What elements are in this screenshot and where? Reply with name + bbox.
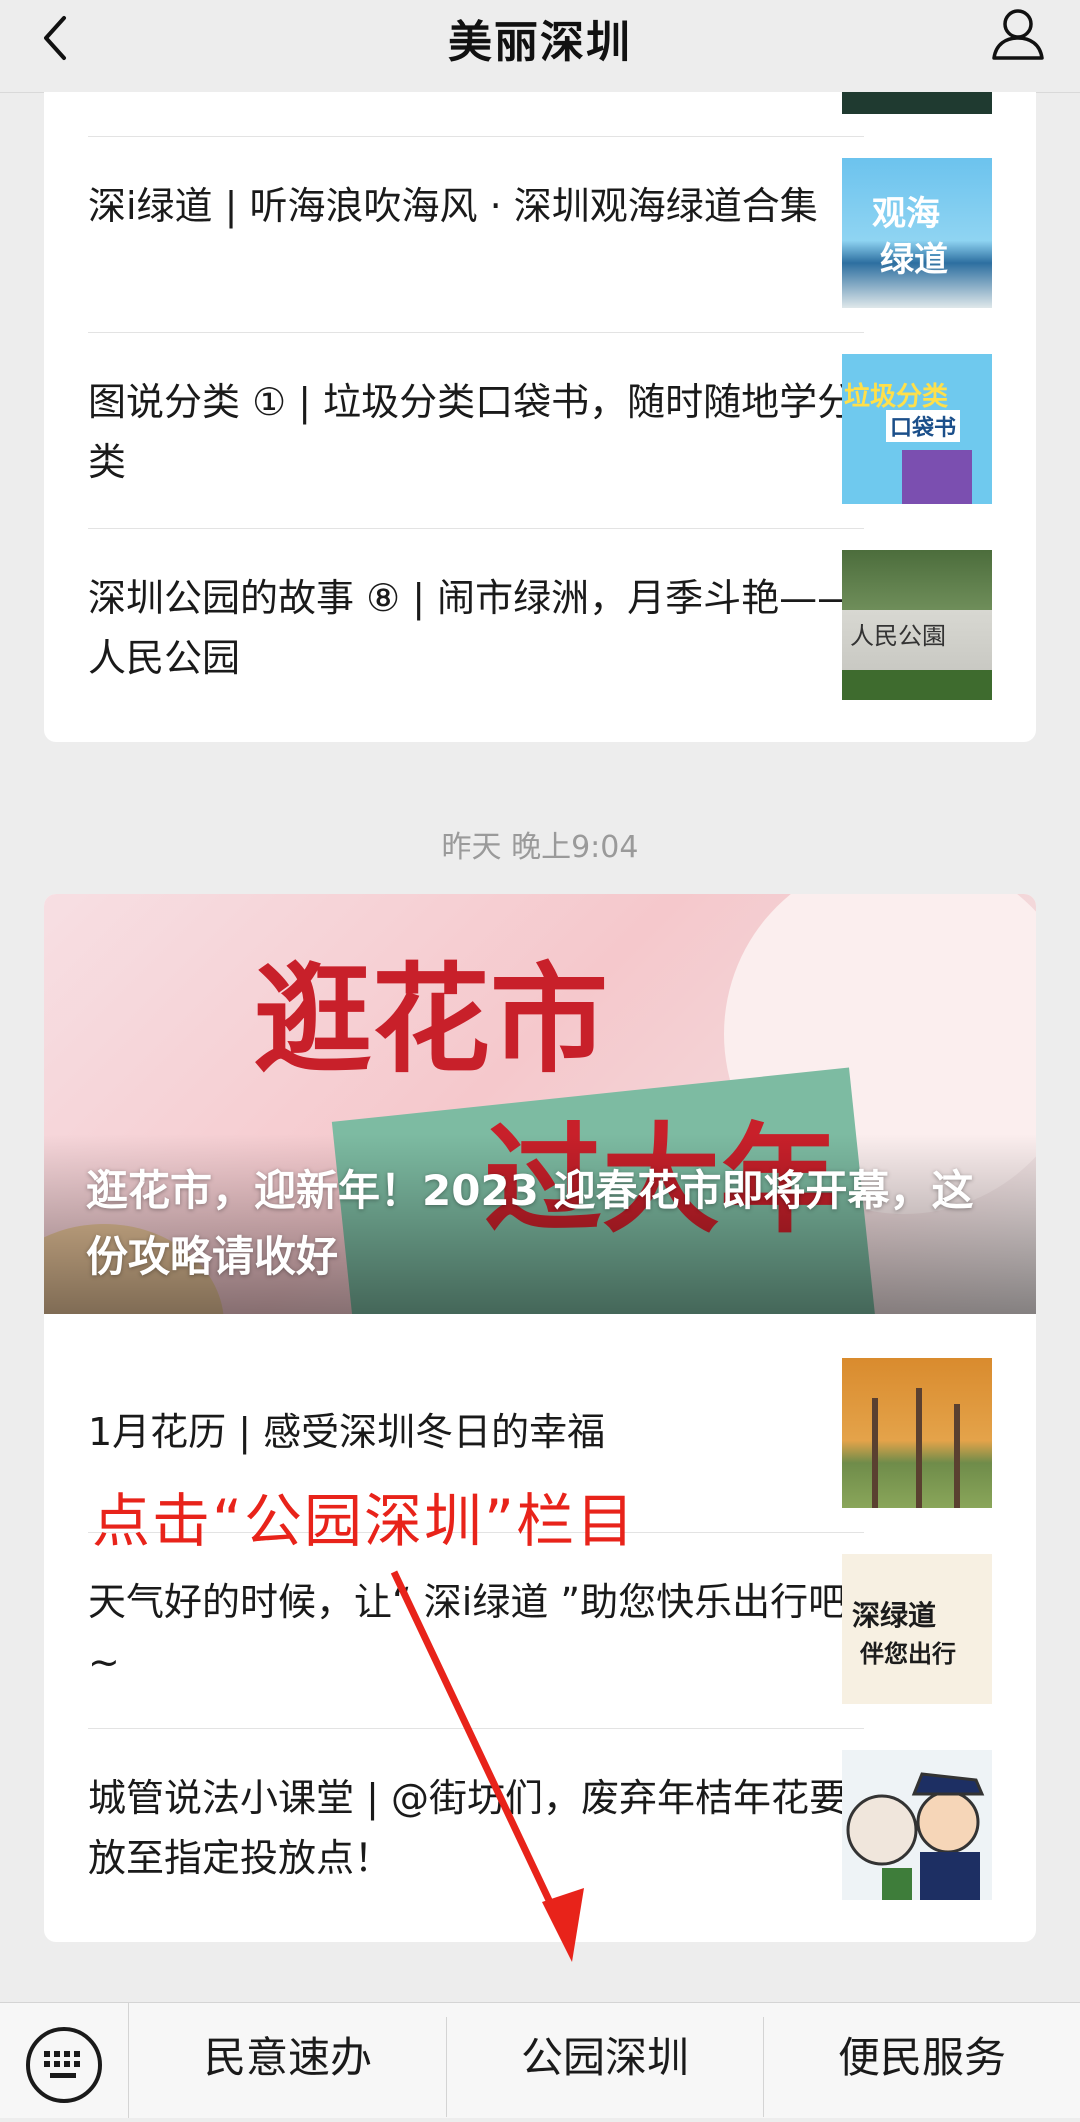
- article-title: 城管说法小课堂 | @街坊们，废弃年桔年花要放至指定投放点！: [88, 1776, 847, 1880]
- user-icon[interactable]: [986, 2, 1050, 66]
- article-card-1: 深i绿道 | 听海浪吹海风 · 深圳观海绿道合集 观海 绿道 图说分类 ① | …: [44, 92, 1036, 742]
- bottom-menu-bar: 民意速办 公园深圳 便民服务: [0, 2002, 1080, 2118]
- hero-article[interactable]: 逛花市 过大年 逛花市，迎新年！2023 迎春花市即将开幕，这份攻略请收好: [44, 894, 1036, 1314]
- article-thumbnail[interactable]: [842, 1358, 992, 1508]
- thumbnail-text: 伴您出行: [860, 1640, 956, 1668]
- hero-image-text: 逛花市: [254, 950, 609, 1089]
- thumbnail-text: 绿道: [880, 240, 948, 280]
- divider: [88, 1728, 864, 1729]
- message-timestamp: 昨天 晚上9:04: [441, 830, 639, 865]
- article-card-2: 逛花市 过大年 逛花市，迎新年！2023 迎春花市即将开幕，这份攻略请收好 1月…: [44, 894, 1036, 1942]
- thumbnail-graphic: [902, 450, 972, 504]
- article-title: 图说分类 ① | 垃圾分类口袋书，随时随地学分类: [88, 380, 856, 484]
- hero-article-title: 逛花市，迎新年！2023 迎春花市即将开幕，这份攻略请收好: [86, 1166, 974, 1281]
- divider: [88, 332, 864, 333]
- thumbnail-text: 垃圾分类: [844, 382, 949, 412]
- article-title: 天气好的时候，让“ 深i绿道 ”助您快乐出行吧~: [88, 1580, 847, 1684]
- article-thumbnail[interactable]: 深绿道 伴您出行: [842, 1554, 992, 1704]
- menu-item-park-shenzhen[interactable]: 公园深圳: [447, 2003, 763, 2118]
- article-title: 深圳公园的故事 ⑧ | 闹市绿洲，月季斗艳——人民公园: [88, 576, 856, 680]
- article-title: 深i绿道 | 听海浪吹海风 · 深圳观海绿道合集: [88, 184, 818, 228]
- menu-item-convenience-services[interactable]: 便民服务: [764, 2003, 1080, 2118]
- keyboard-icon: [26, 2027, 102, 2103]
- article-title: 1月花历 | 感受深圳冬日的幸福: [88, 1410, 606, 1454]
- divider: [88, 136, 864, 137]
- thumbnail-text: 观海: [872, 194, 940, 234]
- keyboard-toggle-button[interactable]: [0, 2003, 129, 2118]
- thumbnail-text: 人民公園: [850, 622, 946, 650]
- page-title: 美丽深圳: [448, 17, 632, 68]
- thumbnail-text: 深绿道: [852, 1599, 937, 1632]
- article-thumbnail[interactable]: 观海 绿道: [842, 158, 992, 308]
- menu-item-minyi-suban[interactable]: 民意速办: [130, 2003, 446, 2118]
- thumbnail-text: 口袋书: [886, 410, 961, 442]
- article-thumbnail[interactable]: [842, 1750, 992, 1900]
- top-nav-bar: 美丽深圳: [0, 0, 1080, 93]
- cartoon-officer-icon: [846, 1772, 985, 1900]
- divider: [88, 528, 864, 529]
- article-thumbnail[interactable]: 人民公園: [842, 550, 992, 700]
- previous-article-thumbnail[interactable]: [842, 92, 992, 114]
- article-thumbnail[interactable]: 垃圾分类 口袋书: [842, 354, 992, 504]
- annotation-text: 点击“公园深圳”栏目: [92, 1487, 637, 1555]
